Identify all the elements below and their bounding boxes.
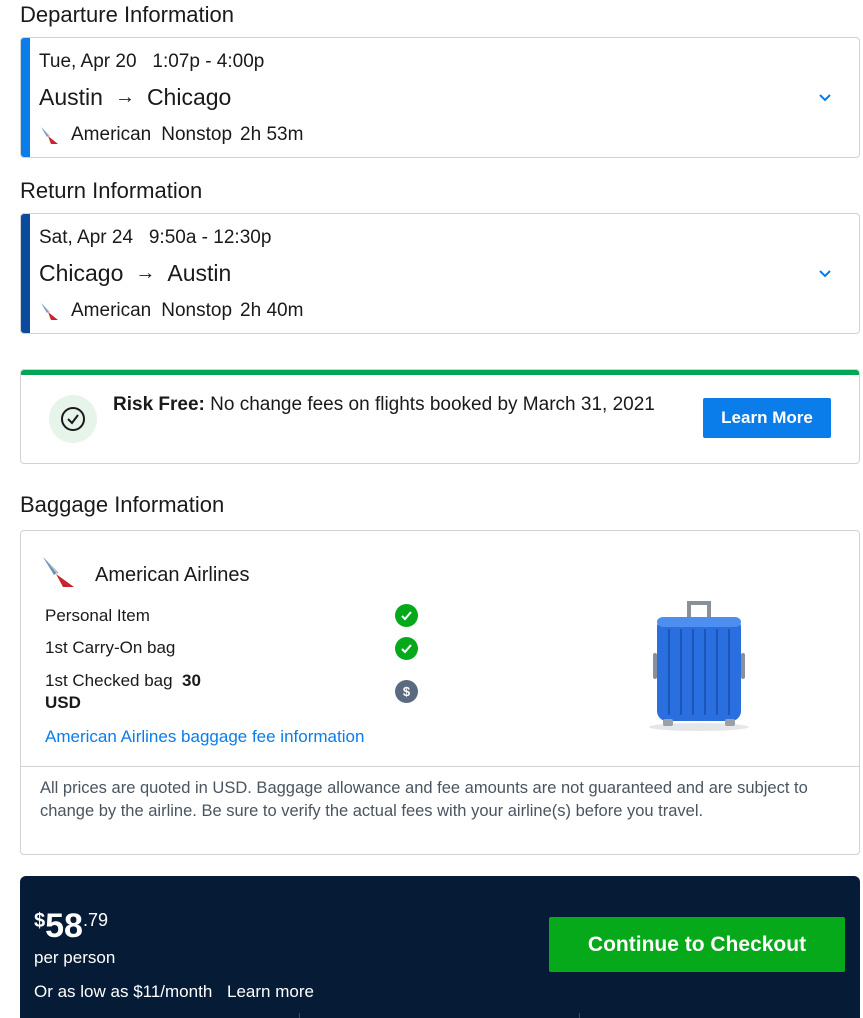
return-date-time: Sat, Apr 24 9:50a - 12:30p	[39, 227, 271, 249]
departure-accent-bar	[21, 38, 30, 157]
return-carrier-line: American Nonstop 2h 40m	[39, 300, 303, 322]
risk-free-banner: Risk Free: No change fees on flights boo…	[20, 369, 860, 464]
departure-origin: Austin	[39, 84, 103, 110]
learn-more-button[interactable]: Learn More	[703, 398, 831, 438]
risk-free-accent	[21, 370, 859, 375]
return-date: Sat, Apr 24	[39, 227, 134, 248]
arrow-right-icon: →	[114, 86, 135, 108]
departure-section-title: Departure Information	[20, 2, 234, 27]
continue-to-checkout-button[interactable]: Continue to Checkout	[549, 917, 845, 972]
baggage-disclaimer: All prices are quoted in USD. Baggage al…	[40, 779, 808, 820]
price-display: $ 58 .79	[34, 906, 108, 946]
departure-date: Tue, Apr 20	[39, 51, 137, 72]
return-section-title: Return Information	[20, 178, 203, 203]
return-destination: Austin	[167, 260, 232, 286]
price-cents: .79	[82, 910, 108, 930]
checked-bag-row: 1st Checked bag 30 USD	[45, 670, 235, 714]
risk-free-description: No change fees on flights booked by Marc…	[204, 394, 655, 415]
per-person-label: per person	[34, 948, 116, 967]
dollar-icon: $	[395, 680, 418, 703]
chevron-down-icon[interactable]	[817, 90, 833, 106]
monthly-financing-text: Or as low as $11/month	[34, 982, 213, 1001]
price-dollars: 58	[45, 907, 83, 945]
departure-airline: American	[71, 124, 152, 145]
return-stops: Nonstop	[161, 300, 233, 321]
carry-on-label: 1st Carry-On bag	[45, 638, 176, 657]
checked-bag-label: 1st Checked bag	[45, 671, 173, 690]
departure-carrier-line: American Nonstop 2h 53m	[39, 124, 303, 146]
american-airlines-logo-icon	[41, 555, 77, 595]
return-flight-card[interactable]: Sat, Apr 24 9:50a - 12:30p Chicago → Aus…	[20, 213, 860, 334]
baggage-airline-name: American Airlines	[95, 563, 250, 586]
return-origin: Chicago	[39, 260, 124, 286]
risk-free-text: Risk Free: No change fees on flights boo…	[113, 392, 683, 418]
return-airline: American	[71, 300, 152, 321]
suitcase-icon	[639, 597, 759, 733]
price-currency: $	[34, 910, 46, 932]
baggage-airline: American Airlines	[41, 555, 250, 595]
return-time: 9:50a - 12:30p	[148, 227, 272, 248]
check-icon	[395, 637, 418, 660]
chevron-down-icon[interactable]	[817, 266, 833, 282]
return-accent-bar	[21, 214, 30, 333]
return-route: Chicago → Austin	[39, 260, 231, 287]
american-airlines-logo-icon	[39, 301, 61, 321]
departure-time: 1:07p - 4:00p	[152, 51, 265, 72]
baggage-fee-info-link[interactable]: American Airlines baggage fee informatio…	[45, 727, 364, 747]
departure-flight-card[interactable]: Tue, Apr 20 1:07p - 4:00p Austin → Chica…	[20, 37, 860, 158]
checked-bag-fee: 30	[182, 671, 201, 690]
checkout-bar: $ 58 .79 per person Or as low as $11/mon…	[20, 876, 860, 1018]
check-circle-icon	[49, 395, 97, 443]
checked-bag-fee-unit: USD	[45, 693, 81, 712]
financing-learn-more-link[interactable]: Learn more	[227, 982, 314, 1001]
departure-stops: Nonstop	[161, 124, 233, 145]
american-airlines-logo-icon	[39, 125, 61, 145]
baggage-card: American Airlines Personal Item 1st Carr…	[20, 530, 860, 855]
departure-route: Austin → Chicago	[39, 84, 231, 111]
arrow-right-icon: →	[135, 262, 156, 284]
departure-destination: Chicago	[146, 84, 232, 110]
risk-free-label: Risk Free:	[113, 394, 205, 415]
return-duration: 2h 40m	[240, 300, 304, 321]
divider	[579, 1013, 580, 1018]
departure-date-time: Tue, Apr 20 1:07p - 4:00p	[39, 51, 264, 73]
personal-item-label: Personal Item	[45, 606, 150, 625]
monthly-financing: Or as low as $11/month Learn more	[34, 982, 314, 1002]
baggage-divider	[21, 766, 859, 767]
baggage-section-title: Baggage Information	[20, 492, 225, 517]
departure-duration: 2h 53m	[240, 124, 304, 145]
check-icon	[395, 604, 418, 627]
divider	[299, 1013, 300, 1018]
